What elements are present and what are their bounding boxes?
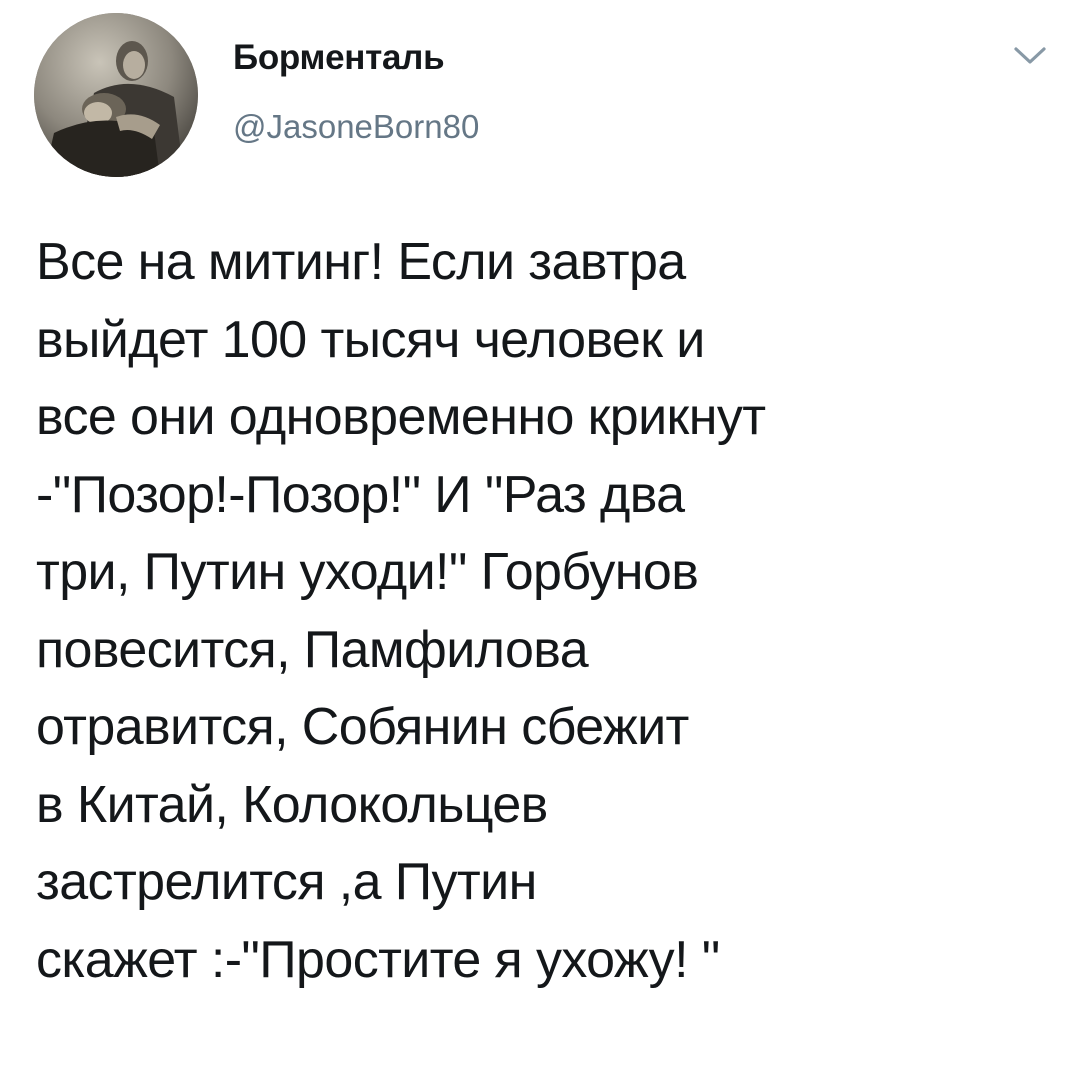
tweet-card: Борменталь @JasoneBorn80 Все на митинг! … [0,0,1080,1074]
avatar-photo [34,13,198,177]
author-handle[interactable]: @JasoneBorn80 [233,110,479,143]
chevron-down-icon[interactable] [1008,40,1052,70]
tweet-text: Все на митинг! Если завтра выйдет 100 ты… [36,233,766,989]
author-display-name[interactable]: Борменталь [233,40,445,75]
author-avatar[interactable] [34,13,198,177]
